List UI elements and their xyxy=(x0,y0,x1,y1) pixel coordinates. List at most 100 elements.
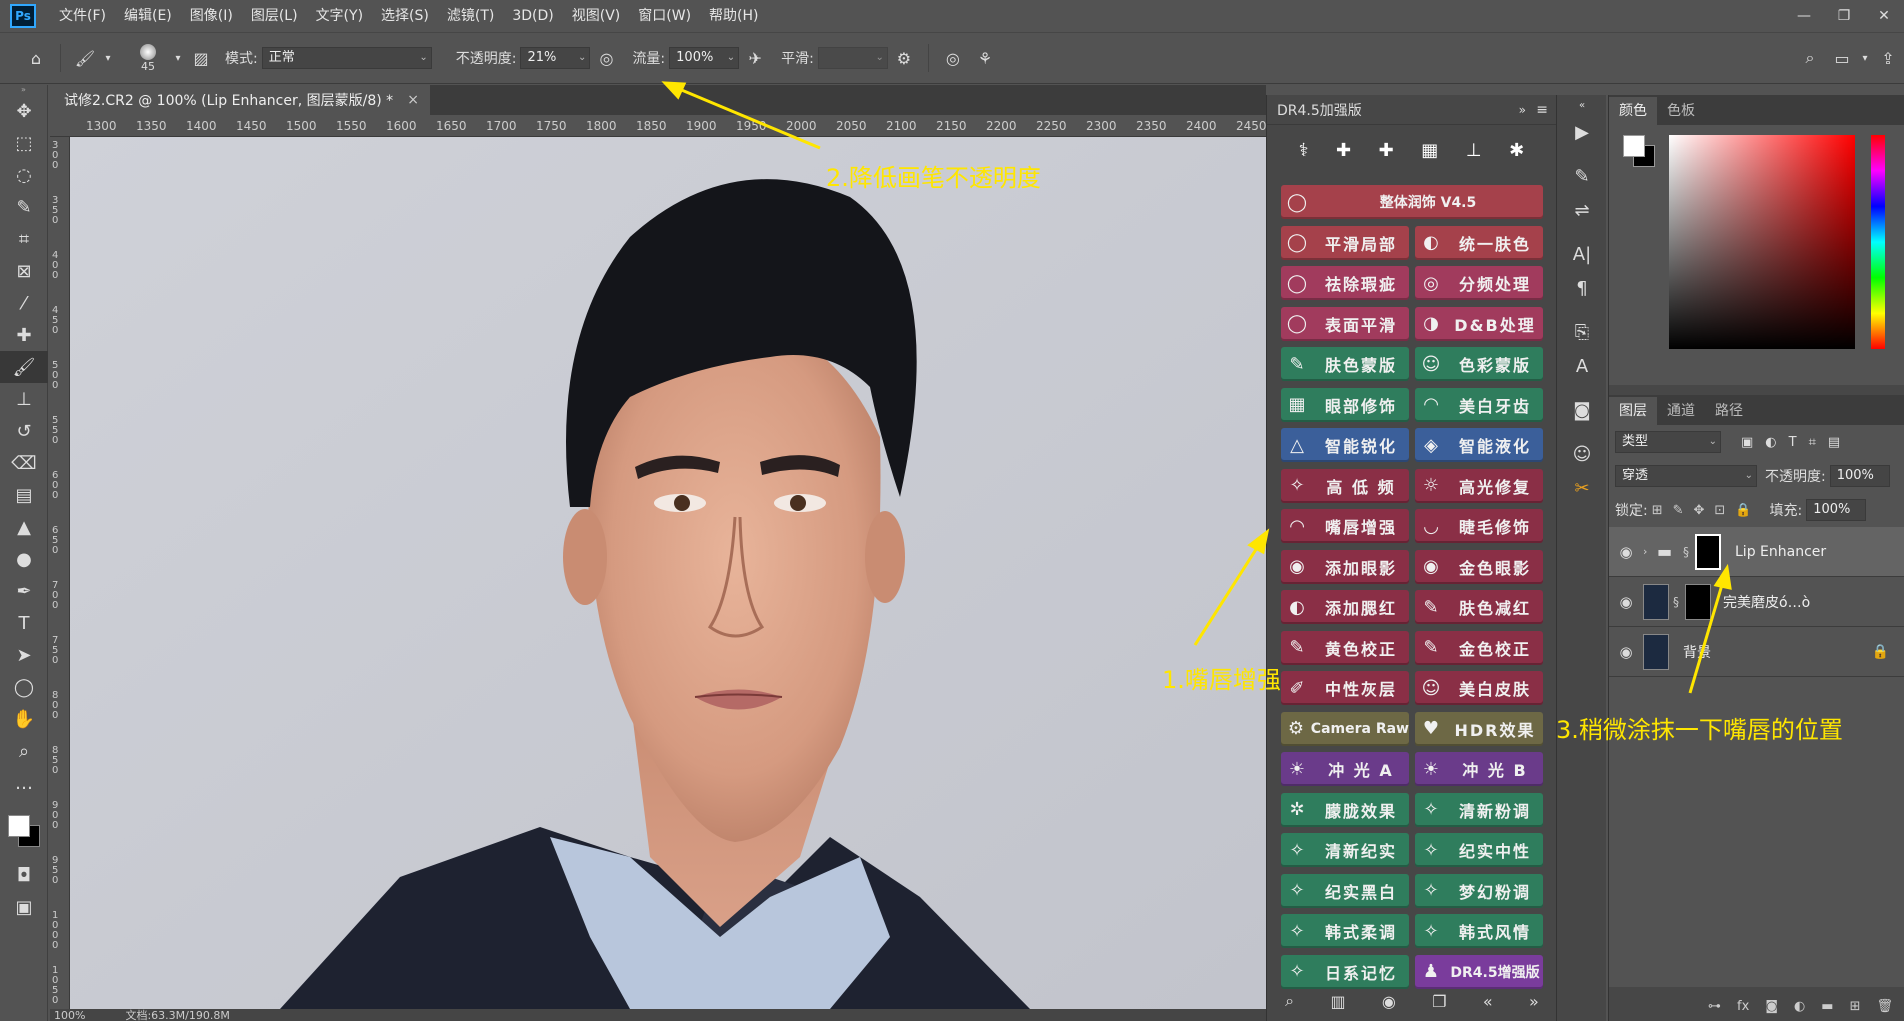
pressure-size-icon[interactable]: ◎ xyxy=(937,42,969,74)
patch-icon[interactable]: ✚ xyxy=(1379,140,1394,161)
menu-item[interactable]: 文字(Y) xyxy=(307,0,372,32)
zoom-level[interactable]: 100% xyxy=(54,1009,85,1021)
opacity-field[interactable]: 21% ⌄ xyxy=(520,47,591,69)
close-icon[interactable]: ✕ xyxy=(1864,0,1904,32)
dr-button[interactable]: ✲ 朦胧效果 xyxy=(1281,792,1409,827)
visibility-eye-icon[interactable]: ◉ xyxy=(1609,593,1643,611)
healing-brush-tool-icon[interactable]: ✚ xyxy=(0,319,48,351)
share-icon[interactable]: ⇪ xyxy=(1872,42,1904,74)
visibility-eye-icon[interactable]: ◉ xyxy=(1609,543,1643,561)
dr-button[interactable]: ☼ 高光修复 xyxy=(1415,468,1543,503)
dr-button[interactable]: ▦ 眼部修饰 xyxy=(1281,387,1409,422)
dr-button[interactable]: ✧ 高 低 频 xyxy=(1281,468,1409,503)
layer-row-background[interactable]: ◉ 背景 🔒 xyxy=(1609,627,1904,677)
dr-button[interactable]: ◯ 整体润饰 V4.5 xyxy=(1281,185,1543,219)
chevron-down-icon[interactable]: ▾ xyxy=(171,42,185,74)
gear-icon[interactable]: ⚙ xyxy=(888,42,920,74)
search-icon[interactable]: ⌕ xyxy=(1794,42,1826,74)
frame-tool-icon[interactable]: ⊠ xyxy=(0,255,48,287)
dr-button[interactable]: ◡ 睫毛修饰 xyxy=(1415,509,1543,543)
dr-button[interactable]: ⚙ Camera Raw xyxy=(1281,711,1409,746)
hand-tool-icon[interactable]: ✋ xyxy=(0,703,48,735)
fill-field[interactable]: 100% xyxy=(1806,499,1867,521)
chevron-down-icon[interactable]: ▾ xyxy=(1858,42,1872,74)
brush-tool-icon[interactable]: 🖌 xyxy=(69,42,101,74)
screen-mode-icon[interactable]: ▣ xyxy=(0,891,48,923)
path-select-tool-icon[interactable]: ➤ xyxy=(0,639,48,671)
eyedropper-tool-icon[interactable]: ⁄ xyxy=(0,287,48,319)
frame-icon[interactable]: ▦ xyxy=(1421,140,1438,161)
foreground-color[interactable] xyxy=(1623,135,1645,157)
mode-select[interactable]: 正常 ⌄ xyxy=(261,47,432,69)
collapse-icon[interactable]: « xyxy=(1557,95,1607,115)
expand-arrow-icon[interactable]: › xyxy=(1643,545,1657,558)
expand-icon[interactable]: » xyxy=(1519,103,1526,117)
dr-button[interactable]: ☀ 冲 光 A xyxy=(1281,752,1409,786)
gradient-tool-icon[interactable]: ▤ xyxy=(0,479,48,511)
home-icon[interactable]: ⌂ xyxy=(20,42,52,74)
pen-tool-icon[interactable]: ✒ xyxy=(0,575,48,607)
dr-button[interactable]: ✧ 韩式风情 xyxy=(1415,914,1543,948)
clone-source-icon[interactable]: ⎘ xyxy=(1557,315,1607,349)
symmetry-icon[interactable]: ⚘ xyxy=(969,42,1001,74)
dr-button[interactable]: ☀ 冲 光 B xyxy=(1415,752,1543,786)
heal-icon[interactable]: ⚕ xyxy=(1299,140,1309,161)
tab-color[interactable]: 颜色 xyxy=(1609,97,1657,125)
document-tab[interactable]: 试修2.CR2 @ 100% (Lip Enhancer, 图层蒙版/8) * … xyxy=(50,85,430,115)
dr-button[interactable]: ☺ 美白皮肤 xyxy=(1415,671,1543,705)
tab-layers[interactable]: 图层 xyxy=(1609,397,1657,425)
dr-button[interactable]: ✧ 梦幻粉调 xyxy=(1415,873,1543,908)
menu-item[interactable]: 图像(I) xyxy=(181,0,242,32)
new-layer-icon[interactable]: ⊞ xyxy=(1850,999,1861,1014)
eye-icon[interactable]: ◉ xyxy=(1382,992,1396,1011)
prev-icon[interactable]: « xyxy=(1483,992,1493,1011)
zoom-tool-icon[interactable]: ⌕ xyxy=(0,735,48,767)
dr-button[interactable]: ✧ 清新纪实 xyxy=(1281,833,1409,867)
tab-channels[interactable]: 通道 xyxy=(1657,397,1705,425)
dr-button[interactable]: ✧ 纪实中性 xyxy=(1415,833,1543,867)
portrait-icon[interactable]: ☺ xyxy=(1557,437,1607,471)
play-icon[interactable]: ▶ xyxy=(1557,115,1607,149)
move-tool-icon[interactable]: ✥ xyxy=(0,95,48,127)
dr-button[interactable]: ◉ 添加眼影 xyxy=(1281,549,1409,584)
flow-field[interactable]: 100% ⌄ xyxy=(669,47,740,69)
dr-button[interactable]: ◉ 金色眼影 xyxy=(1415,549,1543,584)
menu-item[interactable]: 选择(S) xyxy=(372,0,438,32)
brush-settings-icon[interactable]: ✎ xyxy=(1557,159,1607,193)
dr-button[interactable]: ✎ 黄色校正 xyxy=(1281,630,1409,665)
paragraph-icon[interactable]: ¶ xyxy=(1557,271,1607,305)
layer-opacity-field[interactable]: 100% xyxy=(1829,465,1890,487)
hue-slider[interactable] xyxy=(1871,135,1885,349)
bandage-icon[interactable]: ✚ xyxy=(1336,140,1351,161)
visibility-eye-icon[interactable]: ◉ xyxy=(1609,643,1643,661)
dodge-tool-icon[interactable]: ● xyxy=(0,543,48,575)
close-tab-icon[interactable]: × xyxy=(407,92,419,108)
ellipse-tool-icon[interactable]: ◯ xyxy=(0,671,48,703)
document-canvas[interactable] xyxy=(70,137,1266,1009)
dr-button[interactable]: ☺ 色彩蒙版 xyxy=(1415,347,1543,381)
workspace-icon[interactable]: ▭ xyxy=(1826,42,1858,74)
dr-button[interactable]: ◠ 美白牙齿 xyxy=(1415,387,1543,422)
color-swatches[interactable] xyxy=(0,799,47,859)
dr-button[interactable]: ◠ 嘴唇增强 xyxy=(1281,509,1409,543)
brush-preset-picker[interactable]: 45 xyxy=(125,43,171,73)
tab-swatches[interactable]: 色板 xyxy=(1657,97,1705,125)
add-mask-icon[interactable]: ◙ xyxy=(1765,999,1778,1014)
fx-icon[interactable]: fx xyxy=(1737,999,1749,1014)
foreground-color[interactable] xyxy=(8,815,30,837)
dr-button[interactable]: ✎ 肤色减红 xyxy=(1415,590,1543,624)
dr-button[interactable]: ◐ 添加腮红 xyxy=(1281,590,1409,624)
menu-item[interactable]: 编辑(E) xyxy=(115,0,181,32)
trash-icon[interactable]: 🗑 xyxy=(1876,999,1893,1014)
dr-button[interactable]: ♥ HDR效果 xyxy=(1415,711,1543,746)
adjustment-layer-icon[interactable]: ◐ xyxy=(1794,999,1805,1014)
lock-icons[interactable]: ⊞✎✥⊡🔒 xyxy=(1652,503,1762,518)
stamp-icon[interactable]: ⊥ xyxy=(1466,140,1482,161)
dr-button[interactable]: ◯ 祛除瑕疵 xyxy=(1281,266,1409,300)
pressure-opacity-icon[interactable]: ◎ xyxy=(590,42,622,74)
zoom-icon[interactable]: ⌕ xyxy=(1285,991,1294,1011)
type-tool-icon[interactable]: T xyxy=(0,607,48,639)
eraser-tool-icon[interactable]: ⌫ xyxy=(0,447,48,479)
dr-button[interactable]: ✐ 中性灰层 xyxy=(1281,671,1409,705)
menu-item[interactable]: 3D(D) xyxy=(503,0,562,32)
